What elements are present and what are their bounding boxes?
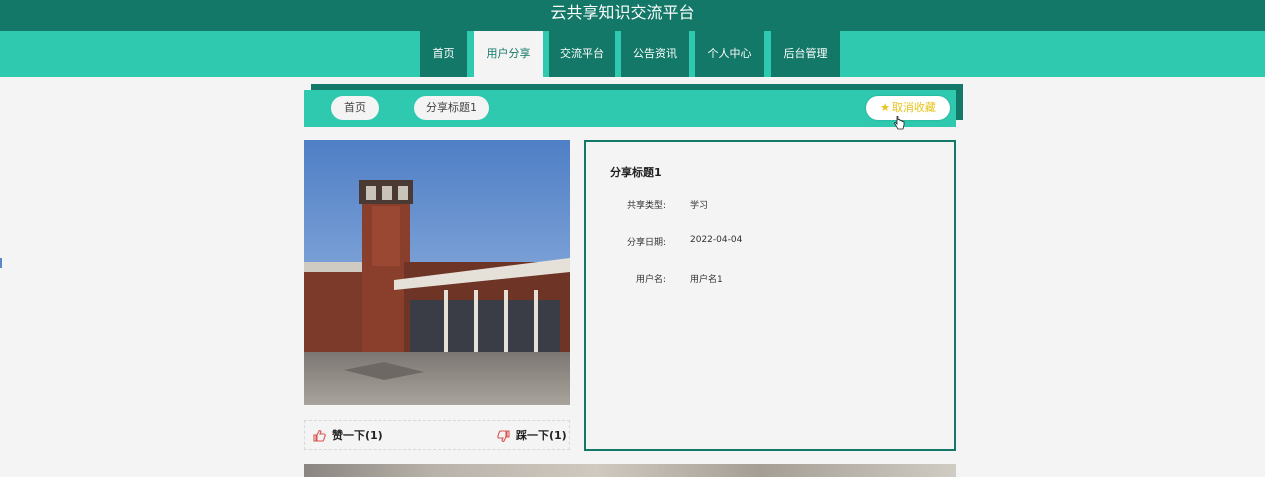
like-button[interactable]: 赞一下(1)	[313, 421, 383, 451]
main-nav: 首页 用户分享 交流平台 公告资讯 个人中心 后台管理	[0, 31, 1265, 77]
nav-home[interactable]: 首页	[420, 31, 467, 77]
star-icon: ★	[880, 101, 890, 114]
username-value: 用户名1	[690, 275, 723, 285]
share-detail-panel: 分享标题1 共享类型: 学习 分享日期: 2022-04-04 用户名: 用户名…	[584, 140, 956, 451]
dislike-button[interactable]: 踩一下(1)	[497, 421, 567, 451]
building-photo	[304, 140, 570, 405]
like-label: 赞一下(1)	[332, 429, 383, 442]
thumbs-up-icon	[313, 430, 326, 442]
cancel-favorite-label: 取消收藏	[891, 101, 936, 114]
nav-admin[interactable]: 后台管理	[771, 31, 840, 77]
detail-title: 分享标题1	[610, 166, 662, 179]
share-date-label: 分享日期:	[626, 238, 666, 248]
share-date-value: 2022-04-04	[690, 235, 743, 245]
username-label: 用户名:	[635, 275, 666, 285]
dislike-label: 踩一下(1)	[516, 429, 567, 442]
next-image-preview	[304, 464, 956, 477]
header-bar: 云共享知识交流平台	[0, 0, 1265, 32]
nav-user-share[interactable]: 用户分享	[474, 31, 543, 77]
vote-row: 赞一下(1) 踩一下(1)	[304, 420, 570, 450]
breadcrumb: 首页 分享标题1 ★ 取消收藏	[304, 90, 956, 127]
breadcrumb-current[interactable]: 分享标题1	[414, 96, 489, 120]
hand-cursor-icon	[894, 116, 905, 130]
nav-personal-center[interactable]: 个人中心	[695, 31, 764, 77]
cancel-favorite-button[interactable]: ★ 取消收藏	[866, 96, 950, 120]
thumbs-down-icon	[497, 430, 510, 442]
edge-marker	[0, 258, 2, 268]
breadcrumb-home[interactable]: 首页	[331, 96, 379, 120]
share-image	[304, 140, 570, 405]
share-type-label: 共享类型:	[626, 201, 666, 211]
nav-exchange-platform[interactable]: 交流平台	[549, 31, 615, 77]
nav-announcements[interactable]: 公告资讯	[621, 31, 689, 77]
share-type-value: 学习	[690, 201, 709, 211]
site-title: 云共享知识交流平台	[550, 3, 695, 22]
